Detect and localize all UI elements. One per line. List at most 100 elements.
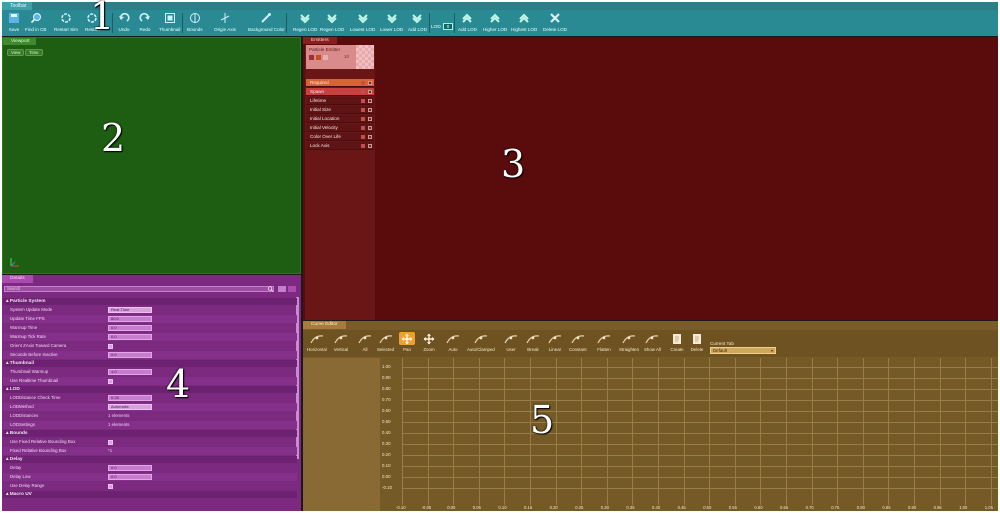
property-checkbox[interactable]: [108, 484, 113, 489]
module-curve-icon[interactable]: [361, 117, 365, 121]
regen-lod-button[interactable]: Regen LOD: [320, 11, 344, 35]
pan-button[interactable]: Pan: [399, 332, 415, 356]
module-color-over-life[interactable]: Color Over Life: [306, 133, 374, 141]
module-curve-icon[interactable]: [361, 126, 365, 130]
module-enable-checkbox[interactable]: [368, 99, 372, 103]
property-dropdown[interactable]: Automatic: [108, 404, 152, 410]
viewport-panel[interactable]: Viewport View Time: [2, 37, 301, 274]
property-dropdown[interactable]: Real-Time: [108, 307, 152, 313]
emitter-column[interactable]: Particle Emitter 10 Required Spawn Lifetim…: [305, 45, 375, 320]
module-enable-checkbox[interactable]: [368, 126, 372, 130]
section-thumbnail[interactable]: ▴ Thumbnail: [3, 360, 297, 367]
all-button[interactable]: All: [357, 332, 373, 356]
redo-button[interactable]: Redo: [138, 11, 152, 35]
flatten-button[interactable]: Flatten: [596, 332, 612, 356]
property-input[interactable]: 1.0: [108, 369, 152, 375]
module-curve-icon[interactable]: [361, 135, 365, 139]
details-search-input[interactable]: Search: [4, 286, 274, 292]
module-curve-icon[interactable]: [361, 108, 365, 112]
lower-lod-button[interactable]: Lower LOD: [380, 11, 403, 35]
toolbar-tab[interactable]: Toolbar: [2, 2, 33, 10]
module-curve-icon[interactable]: [361, 90, 365, 94]
module-enable-checkbox[interactable]: [368, 135, 372, 139]
zoom-button[interactable]: Zoom: [421, 332, 437, 356]
find-in-cb-button[interactable]: Find in CB: [25, 11, 46, 35]
current-tab-select[interactable]: Default ▾: [710, 347, 776, 354]
property-checkbox[interactable]: [108, 379, 113, 384]
emitter-header[interactable]: Particle Emitter 10: [306, 45, 374, 69]
module-enable-checkbox[interactable]: [368, 117, 372, 121]
module-curve-icon[interactable]: [361, 81, 365, 85]
module-enable-checkbox[interactable]: [368, 108, 372, 112]
module-enable-checkbox[interactable]: [368, 144, 372, 148]
module-enable-checkbox[interactable]: [368, 81, 372, 85]
curve-editor-tab[interactable]: Curve Editor: [303, 321, 346, 329]
section-lod[interactable]: ▴ LOD: [3, 386, 297, 393]
property-input[interactable]: 0.25: [108, 395, 152, 401]
section-bounds[interactable]: ▴ Bounds: [3, 430, 297, 437]
property-checkbox[interactable]: [108, 344, 113, 349]
undo-button[interactable]: Undo: [117, 11, 131, 35]
add-lod-button[interactable]: Add LOD: [458, 11, 477, 35]
highest-lod-button[interactable]: Highest LOD: [511, 11, 537, 35]
property-input[interactable]: 0.0: [108, 465, 152, 471]
delete-button[interactable]: Delete: [689, 332, 705, 356]
user-button[interactable]: User: [503, 332, 519, 356]
module-curve-icon[interactable]: [361, 99, 365, 103]
origin-axis-button[interactable]: Origin Axis: [214, 11, 236, 35]
regen-lod-button[interactable]: Regen LOD: [293, 11, 317, 35]
property-input[interactable]: 0.0: [108, 352, 152, 358]
property-input[interactable]: 60.0: [108, 316, 152, 322]
eye-icon[interactable]: [288, 286, 296, 292]
restart-sim-button[interactable]: Restart Sim: [54, 11, 78, 35]
viewport-tab[interactable]: Viewport: [3, 38, 36, 45]
selected-button[interactable]: Selected: [377, 332, 394, 356]
module-lifetime[interactable]: Lifetime: [306, 97, 374, 105]
lod-input[interactable]: 0: [443, 23, 453, 30]
emitters-panel[interactable]: Emitters Particle Emitter 10 Required Spa…: [303, 37, 998, 320]
curve-graph[interactable]: 1.00 0.90 0.80 0.70 0.60 0.50 0.40 0.30 0.20 0.10…: [380, 358, 998, 511]
view-button[interactable]: View: [7, 49, 25, 56]
higher-lod-button[interactable]: Higher LOD: [483, 11, 507, 35]
property-checkbox[interactable]: [108, 440, 113, 445]
background-color-button[interactable]: Background Color: [248, 11, 285, 35]
auto-clamped-button[interactable]: Auto/Clamped: [467, 332, 495, 356]
emitters-tab[interactable]: Emitters: [303, 37, 337, 44]
create-button[interactable]: Create: [669, 332, 685, 356]
section-delay[interactable]: ▴ Delay: [3, 456, 297, 463]
property-input[interactable]: 0.0: [108, 325, 152, 331]
module-initial-location[interactable]: Initial Location: [306, 115, 374, 123]
save-button[interactable]: Save: [7, 11, 21, 35]
delete-lod-button[interactable]: Delete LOD: [543, 11, 567, 35]
module-lock-axis[interactable]: Lock Axis: [306, 142, 374, 150]
linear-button[interactable]: Linear: [547, 332, 563, 356]
view-options-icon[interactable]: [278, 286, 286, 292]
vertical-button[interactable]: Vertical: [333, 332, 349, 356]
module-initial-velocity[interactable]: Initial Velocity: [306, 124, 374, 132]
module-enable-checkbox[interactable]: [368, 90, 372, 94]
details-tab[interactable]: Details: [2, 275, 33, 283]
module-required[interactable]: Required: [306, 79, 374, 87]
add-lod-button[interactable]: Add LOD: [408, 11, 427, 35]
constant-button[interactable]: Constant: [569, 332, 587, 356]
details-panel[interactable]: Details Search ▴ Particle System System U…: [2, 275, 301, 511]
emitter-enable-icon[interactable]: [309, 55, 314, 60]
bounds-button[interactable]: Bounds: [187, 11, 203, 35]
show-all-button[interactable]: Show All: [644, 332, 661, 356]
curve-editor-panel[interactable]: Curve Editor Current Tab Default ▾ Horiz…: [303, 321, 998, 511]
module-initial-size[interactable]: Initial Size: [306, 106, 374, 114]
module-spawn[interactable]: Spawn: [306, 88, 374, 96]
emitter-solo-icon[interactable]: [323, 55, 328, 60]
auto-button[interactable]: Auto: [445, 332, 461, 356]
thumbnail-button[interactable]: Thumbnail: [159, 11, 180, 35]
section-macro-uv[interactable]: ▴ Macro UV: [3, 491, 297, 498]
module-curve-icon[interactable]: [361, 144, 365, 148]
break-button[interactable]: Break: [525, 332, 541, 356]
property-input[interactable]: 0.0: [108, 334, 152, 340]
straighten-button[interactable]: Straighten: [619, 332, 639, 356]
section-particle-system[interactable]: ▴ Particle System: [3, 298, 297, 305]
emitter-mode-icon[interactable]: [316, 55, 321, 60]
lowest-lod-button[interactable]: Lowest LOD: [350, 11, 375, 35]
property-input[interactable]: 0.0: [108, 474, 152, 480]
time-button[interactable]: Time: [25, 49, 43, 56]
